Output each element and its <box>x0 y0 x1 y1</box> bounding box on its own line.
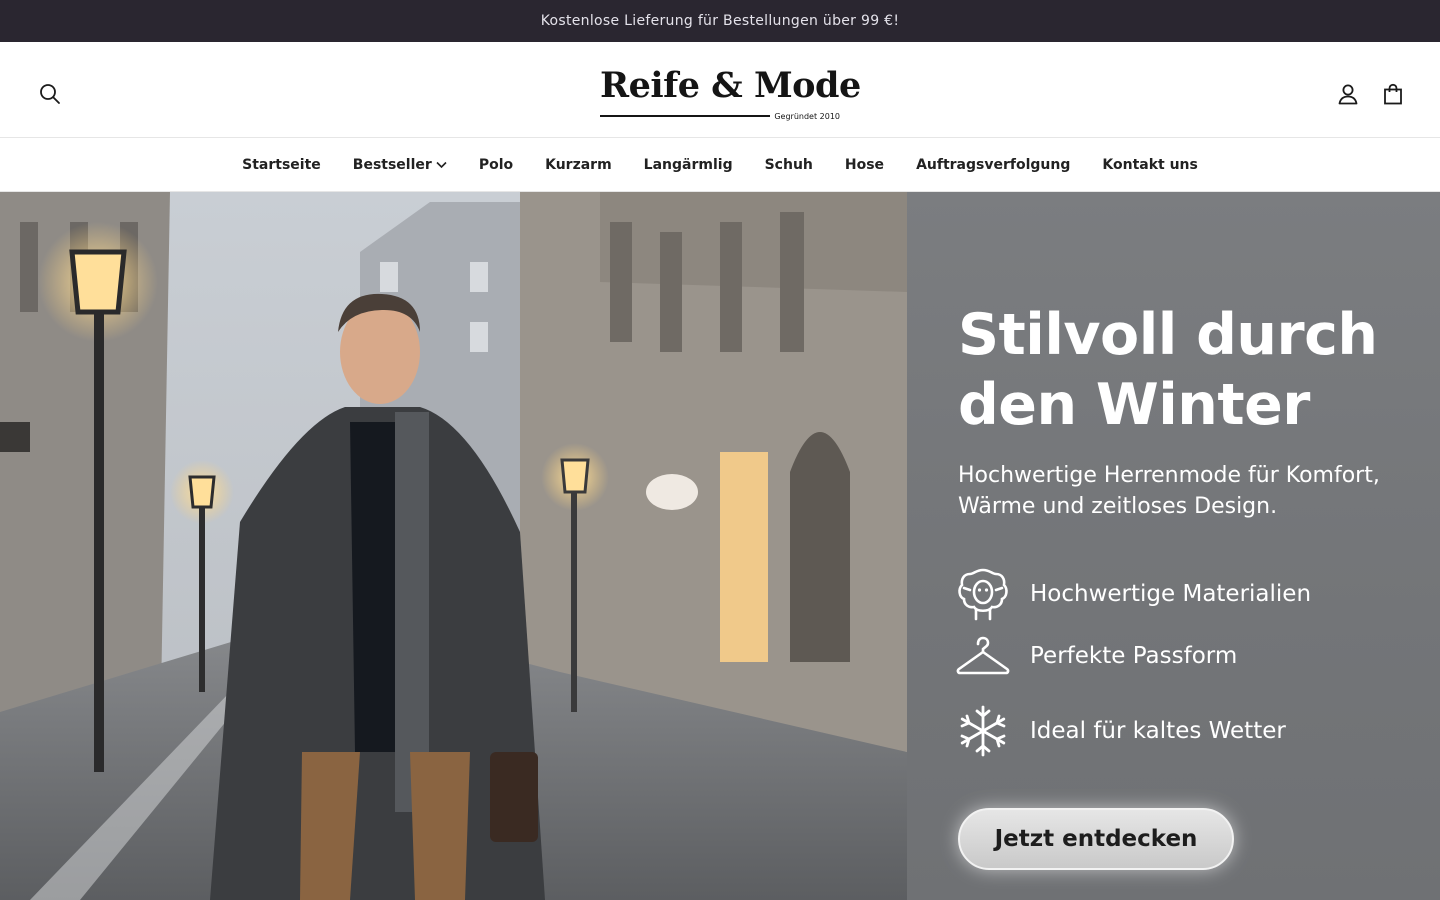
feature-cold-weather-label: Ideal für kaltes Wetter <box>1030 718 1286 744</box>
nav-item-hose[interactable]: Hose <box>845 157 884 173</box>
nav-item-langaermlig[interactable]: Langärmlig <box>644 157 733 173</box>
site-logo[interactable]: Reife & Mode Gegründet 2010 <box>600 64 861 122</box>
main-navigation: Startseite Bestseller Polo Kurzarm Langä… <box>0 138 1440 192</box>
nav-item-startseite[interactable]: Startseite <box>242 157 321 173</box>
user-icon <box>1338 84 1358 105</box>
feature-cold-weather: Ideal für kaltes Wetter <box>956 704 1286 758</box>
hanger-icon <box>956 636 1010 675</box>
search-icon <box>40 84 60 104</box>
shopping-bag-icon <box>1384 83 1402 105</box>
nav-item-kontakt[interactable]: Kontakt uns <box>1102 157 1197 173</box>
nav-item-kurzarm[interactable]: Kurzarm <box>545 157 612 173</box>
nav-item-polo[interactable]: Polo <box>479 157 513 173</box>
site-header: Reife & Mode Gegründet 2010 <box>0 42 1440 138</box>
feature-materials: Hochwertige Materialien <box>956 566 1311 622</box>
cart-button[interactable] <box>1378 79 1408 109</box>
discover-button[interactable]: Jetzt entdecken <box>958 808 1234 870</box>
nav-item-bestseller[interactable]: Bestseller <box>353 157 447 173</box>
search-button[interactable] <box>35 79 65 109</box>
logo-subline: Gegründet 2010 <box>600 110 840 122</box>
hero-photo-street-scene <box>0 192 907 900</box>
hero-subtitle: Hochwertige Herrenmode für Komfort, Wärm… <box>958 463 1380 519</box>
logo-divider <box>600 115 771 117</box>
nav-item-schuh[interactable]: Schuh <box>765 157 813 173</box>
hero-banner[interactable]: Stilvoll durch den Winter Hochwertige He… <box>0 192 1440 900</box>
nav-item-auftragsverfolgung[interactable]: Auftragsverfolgung <box>916 157 1070 173</box>
account-button[interactable] <box>1333 79 1363 109</box>
announcement-text: Kostenlose Lieferung für Bestellungen üb… <box>540 13 900 29</box>
hero-text-panel <box>907 192 1440 900</box>
sheep-icon <box>958 568 1008 621</box>
snowflake-icon <box>960 705 1006 757</box>
hero-title: Stilvoll durch den Winter <box>958 302 1378 438</box>
feature-materials-label: Hochwertige Materialien <box>1030 581 1312 607</box>
announcement-bar: Kostenlose Lieferung für Bestellungen üb… <box>0 0 1440 42</box>
chevron-down-icon <box>436 161 447 168</box>
feature-fit-label: Perfekte Passform <box>1030 643 1238 669</box>
logo-name: Reife & Mode <box>600 65 861 106</box>
feature-fit: Perfekte Passform <box>956 636 1237 676</box>
logo-tagline: Gegründet 2010 <box>774 111 840 121</box>
